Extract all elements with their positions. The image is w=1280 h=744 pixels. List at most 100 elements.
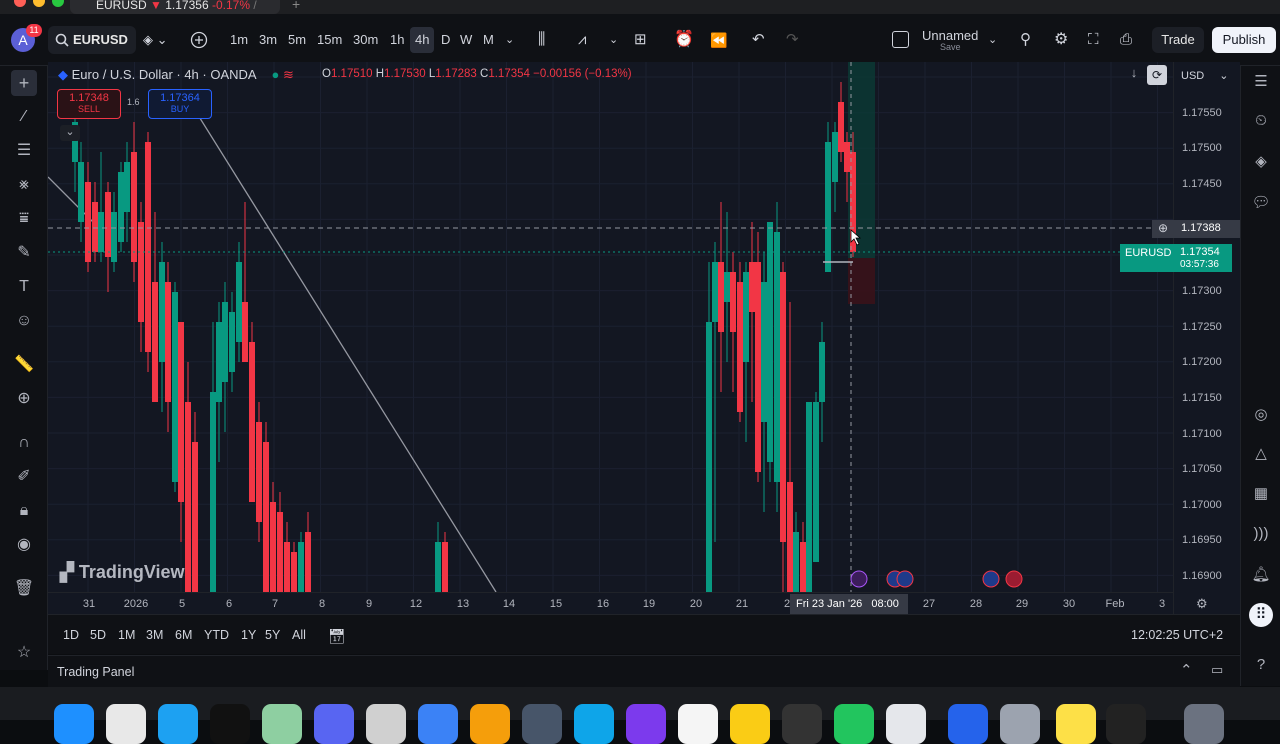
range-3m[interactable]: 3M [146,628,163,642]
trash-dock-icon[interactable] [1184,704,1224,744]
collapse-legend-icon[interactable]: ⌄ [60,125,80,141]
mail-dock-icon[interactable] [418,704,458,744]
chrome-dock-icon[interactable] [106,704,146,744]
quick-search-icon[interactable]: ⚲ [1020,14,1031,66]
maximize-panel-icon[interactable]: ▭ [1211,662,1223,678]
close-window-button[interactable] [14,0,26,7]
redo-icon[interactable]: ↷ [786,14,799,66]
trend-line-icon[interactable]: ⁄ [11,104,37,130]
symbol-search[interactable]: EURUSD [48,26,136,54]
app4-dock-icon[interactable] [626,704,666,744]
pattern-tool-icon[interactable]: ⨳ [11,172,37,198]
app5-dock-icon[interactable] [1056,704,1096,744]
lock-icon[interactable]: 🔒︎ [11,498,37,524]
interval-3m[interactable]: 3m [259,14,277,66]
range-all[interactable]: All [292,628,306,642]
indicators-dropdown-icon[interactable]: ⌄ [609,14,618,66]
templates-icon[interactable]: ⊞ [634,14,647,66]
capcut-dock-icon[interactable] [210,704,250,744]
ideas-icon[interactable]: △ [1249,442,1273,466]
draw-mode-icon[interactable]: ✐ [11,464,37,490]
new-tab-icon[interactable]: + [292,0,300,12]
interval-d[interactable]: D [441,14,450,66]
minimize-window-button[interactable] [33,0,45,7]
publish-button[interactable]: Publish [1212,27,1276,53]
interval-1h[interactable]: 1h [390,14,404,66]
emoji-tool-icon[interactable]: ☺ [11,308,37,334]
snapshot-icon[interactable]: ⎙ [1120,14,1132,66]
interval-dropdown-icon[interactable]: ⌄ [505,14,514,66]
target-icon[interactable]: ◎ [1249,403,1273,427]
interval-30m[interactable]: 30m [353,14,378,66]
calendar-dock-icon[interactable] [678,704,718,744]
calculator-dock-icon[interactable] [782,704,822,744]
axis-settings-icon[interactable]: ⚙ [1196,596,1208,612]
alert-icon[interactable]: ⏰ [674,14,694,66]
trading-panel-bar[interactable]: Trading Panel ⌃ ▭ [48,655,1240,687]
range-1y[interactable]: 1Y [241,628,256,642]
interval-4h[interactable]: 4h [410,27,435,53]
scroll-down-icon[interactable]: ↓ [1124,65,1144,85]
time-axis[interactable]: 31 2026 5 6 7 8 9 12 13 14 15 16 19 20 21 2 27 28 29 30 Feb 3… [48,592,1208,614]
calendar-icon[interactable]: ▦ [1249,482,1273,506]
magnet-icon[interactable]: ∩ [11,430,37,456]
interval-15m[interactable]: 15m [317,14,342,66]
visibility-icon[interactable]: ◉ [11,532,37,558]
interval-5m[interactable]: 5m [288,14,306,66]
layout-dropdown-icon[interactable]: ⌄ [988,14,997,66]
zoom-in-icon[interactable]: ⊕ [11,386,37,412]
interval-1m[interactable]: 1m [230,14,248,66]
layout-name[interactable]: Unnamed [922,28,978,43]
settings-icon[interactable]: ⚙ [1054,14,1068,66]
range-ytd[interactable]: YTD [204,628,229,642]
app-dock-icon[interactable] [262,704,302,744]
help-icon[interactable]: ? [1249,653,1273,677]
price-axis[interactable]: USD ⌄ 1.17550 1.17500 1.17450 1.17300 1.1725… [1173,62,1240,614]
trade-button[interactable]: Trade [1152,27,1204,53]
chat-icon[interactable]: 💬︎ [1249,191,1273,215]
candles-canvas[interactable] [48,62,1173,592]
browser-tab[interactable]: EURUSD ▼ 1.17356 -0.17% / [70,0,280,14]
compare-add-icon[interactable] [190,31,208,49]
forecast-tool-icon[interactable]: ⩸ [11,206,37,232]
apps-grid-icon[interactable]: ⠿ [1249,603,1273,627]
finder-dock-icon[interactable] [54,704,94,744]
storage-dock-icon[interactable] [366,704,406,744]
expand-panel-icon[interactable]: ⌃ [1180,661,1193,679]
fullscreen-icon[interactable]: ⛶ [1088,14,1099,66]
notes-dock-icon[interactable] [730,704,770,744]
range-1d[interactable]: 1D [63,628,79,642]
zoom-window-button[interactable] [52,0,64,7]
undo-icon[interactable]: ↶ [752,14,765,66]
range-5d[interactable]: 5D [90,628,106,642]
trash-icon[interactable]: 🗑︎ [11,576,37,602]
interval-m[interactable]: M [483,14,494,66]
object-tree-icon[interactable]: ◈ [1249,150,1273,174]
layout-save[interactable]: Save [940,42,961,52]
replay-icon[interactable]: ⏪ [710,14,727,66]
interval-w[interactable]: W [460,14,472,66]
utc-clock[interactable]: 12:02:25 UTC+2 [1131,628,1223,642]
auto-scale-icon[interactable]: ⟳ [1147,65,1167,85]
messages-dock-icon[interactable] [834,704,874,744]
discord-dock-icon[interactable] [314,704,354,744]
system-settings-dock-icon[interactable] [1000,704,1040,744]
candle-style-icon[interactable]: ⫼ [538,14,545,66]
app3-dock-icon[interactable] [574,704,614,744]
sell-button[interactable]: 1.17348 SELL [57,89,121,119]
xcode-dock-icon[interactable] [948,704,988,744]
preview-dock-icon[interactable] [886,704,926,744]
add-alert-icon[interactable]: ⊕ [1158,221,1168,235]
watchlist-icon[interactable]: ☰ [1249,70,1273,94]
notifications-bell-icon[interactable]: 🔔︎ [1249,563,1273,587]
favorites-star-icon[interactable]: ☆ [11,640,37,666]
indicators-icon[interactable]: ⩘ [578,14,586,66]
brush-tool-icon[interactable]: ✎ [11,240,37,266]
range-1m[interactable]: 1M [118,628,135,642]
fib-tool-icon[interactable]: ☰ [11,138,37,164]
ruler-icon[interactable]: 📏 [11,352,37,378]
app2-dock-icon[interactable] [522,704,562,744]
buy-button[interactable]: 1.17364 BUY [148,89,212,119]
chart-pane[interactable] [48,62,1173,592]
layout-icon[interactable] [892,31,909,48]
